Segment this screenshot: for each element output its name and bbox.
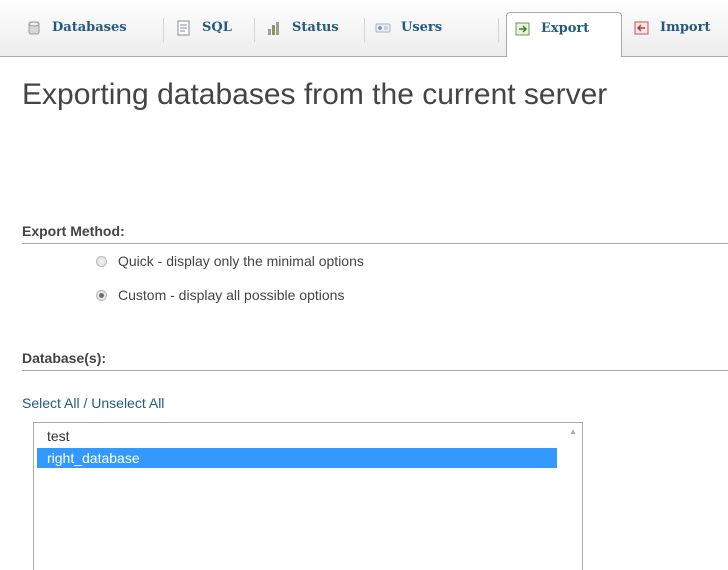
export-method-quick-option[interactable]: Quick - display only the minimal options	[96, 253, 364, 269]
export-icon	[515, 22, 530, 36]
tab-divider	[254, 18, 255, 42]
database-option-test[interactable]: test	[37, 426, 557, 446]
import-icon	[634, 21, 649, 35]
list-scrollbar[interactable]: ▲	[564, 423, 582, 570]
custom-option-label: Custom - display all possible options	[118, 287, 345, 303]
database-icon	[28, 21, 40, 35]
tab-databases[interactable]: Databases	[26, 12, 127, 56]
unselect-all-link[interactable]: Unselect All	[91, 395, 164, 411]
tab-sql[interactable]: SQL	[176, 12, 232, 56]
export-method-heading: Export Method:	[22, 223, 728, 244]
users-icon	[375, 23, 391, 33]
tab-import[interactable]: Import	[634, 12, 710, 56]
select-links-divider: /	[79, 395, 92, 411]
sql-icon	[177, 20, 190, 36]
custom-radio-button[interactable]	[96, 289, 107, 301]
tab-divider	[498, 18, 499, 42]
tab-databases-label: Databases	[52, 20, 127, 35]
quick-radio-button[interactable]	[96, 255, 107, 267]
tab-import-label: Import	[660, 20, 711, 35]
status-icon	[268, 22, 279, 35]
scroll-up-arrow-icon[interactable]: ▲	[564, 425, 582, 439]
quick-option-label: Quick - display only the minimal options	[118, 253, 364, 269]
database-option-right-database[interactable]: right_database	[37, 448, 557, 468]
tab-divider	[364, 18, 365, 42]
tab-divider	[163, 18, 164, 42]
tab-users-label: Users	[401, 20, 443, 35]
page-title: Exporting databases from the current ser…	[22, 78, 608, 111]
export-method-custom-option[interactable]: Custom - display all possible options	[96, 287, 344, 303]
tab-sql-label: SQL	[202, 20, 232, 35]
tab-export-label: Export	[541, 21, 590, 36]
databases-heading: Database(s):	[22, 350, 728, 371]
select-links: Select All / Unselect All	[22, 395, 164, 411]
top-tab-bar: Databases SQL Status Users Export Import	[0, 0, 728, 57]
tab-users[interactable]: Users	[375, 12, 442, 56]
tab-export[interactable]: Export	[506, 12, 622, 57]
tab-status[interactable]: Status	[266, 12, 339, 56]
tab-status-label: Status	[292, 20, 339, 35]
database-list-select[interactable]: test right_database ▲	[33, 422, 583, 570]
select-all-link[interactable]: Select All	[22, 395, 80, 411]
